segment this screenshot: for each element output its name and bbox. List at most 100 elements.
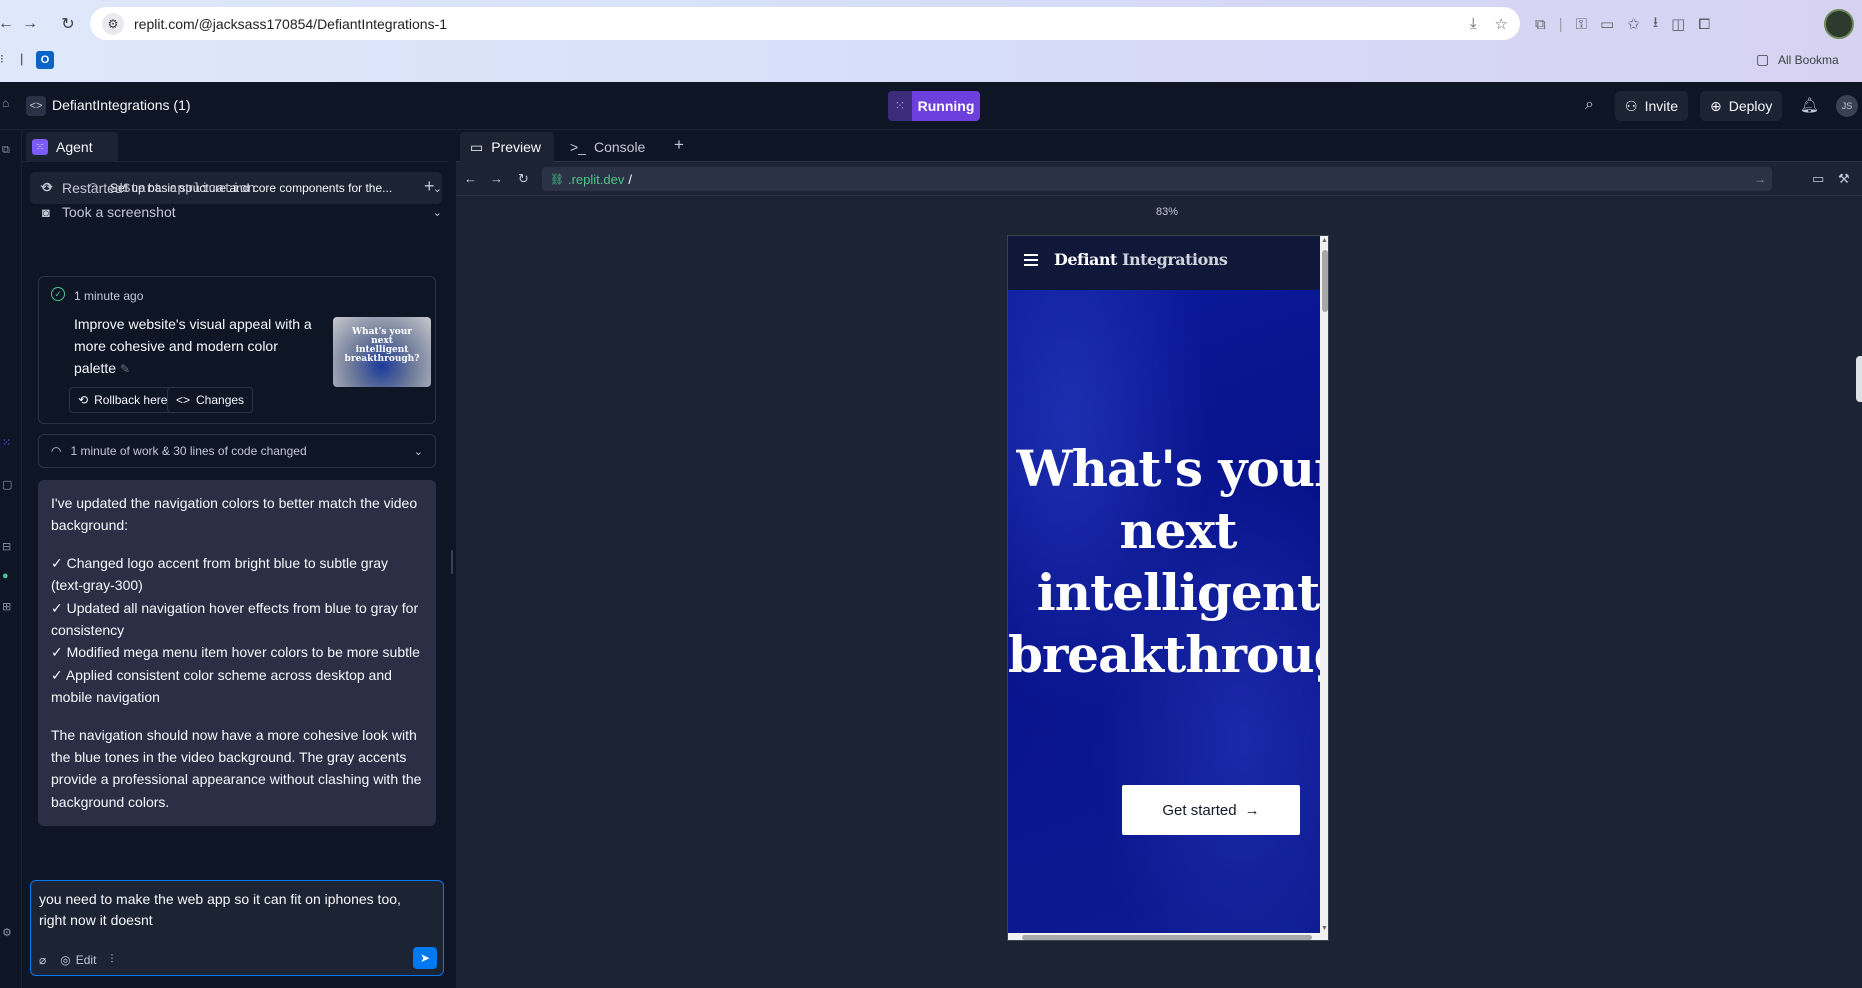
downloads-icon[interactable]: ⭳: [1653, 12, 1658, 37]
home-icon[interactable]: ⌂: [2, 96, 9, 110]
resize-grip[interactable]: [451, 550, 453, 574]
preview-url-domain: .replit.dev: [567, 171, 625, 187]
checkpoint-description-text: Improve website's visual appeal with a m…: [74, 316, 312, 376]
toolbar-divider: |: [1558, 15, 1563, 33]
database-rail-icon[interactable]: ⊟: [2, 540, 11, 553]
add-tab-plus-icon[interactable]: +: [674, 135, 684, 155]
rollback-button[interactable]: ⟲ Rollback here: [69, 387, 177, 413]
invite-button[interactable]: ⚇ Invite: [1615, 91, 1689, 121]
site-logo[interactable]: Defiant Integrations: [1054, 250, 1228, 269]
code-icon: <>: [176, 393, 191, 407]
sliders-icon[interactable]: ⫶: [110, 952, 113, 967]
deploy-icon: ⊕: [1710, 97, 1722, 114]
side-panel-handle[interactable]: [1856, 356, 1862, 402]
split-view-icon[interactable]: ◫: [1671, 15, 1685, 33]
back-icon[interactable]: ←: [0, 12, 18, 36]
install-app-icon[interactable]: ⤓: [1470, 15, 1477, 32]
apps-grid-icon[interactable]: ⁝: [0, 52, 4, 66]
site-info-icon[interactable]: ⚙: [102, 12, 124, 35]
open-external-icon[interactable]: →: [1754, 172, 1766, 186]
status-rail-icon[interactable]: ●: [2, 570, 9, 582]
vertical-scrollbar[interactable]: ▲ ▼: [1320, 236, 1328, 933]
chevron-down-icon[interactable]: ⌄: [433, 182, 442, 195]
preview-back-icon[interactable]: ←: [464, 171, 477, 186]
console-rail-icon[interactable]: ▢: [2, 478, 12, 491]
address-url[interactable]: replit.com/@jacksass170854/DefiantIntegr…: [134, 16, 447, 32]
agent-tab-label: Agent: [56, 139, 93, 155]
hamburger-menu-icon[interactable]: [1024, 254, 1038, 266]
message-bullets: ✓ Changed logo accent from bright blue t…: [51, 552, 423, 709]
work-summary[interactable]: ◠ 1 minute of work & 30 lines of code ch…: [38, 434, 436, 468]
run-status-button[interactable]: Running: [912, 91, 980, 121]
edit-mode-button[interactable]: ◎ Edit: [60, 953, 96, 967]
chevron-down-icon[interactable]: ⌄: [414, 445, 423, 458]
mobile-viewport: Defiant Integrations What's your next in…: [1007, 235, 1329, 941]
scrollbar-thumb[interactable]: [1022, 935, 1312, 940]
attach-paperclip-icon[interactable]: ⌀: [39, 953, 46, 967]
step-prefix: Restarted: [62, 180, 123, 196]
chat-input[interactable]: [39, 889, 431, 939]
reload-icon[interactable]: ↻: [56, 12, 80, 36]
agent-icon: ⁙: [32, 139, 48, 155]
files-icon[interactable]: ⧉: [2, 144, 10, 157]
favorites-icon[interactable]: ✩: [1627, 15, 1640, 33]
rollback-icon: ⟲: [78, 393, 89, 407]
preview-url-path: /: [628, 171, 632, 187]
chevron-down-icon[interactable]: ⌄: [433, 206, 442, 219]
message-bullet: ✓ Applied consistent color scheme across…: [51, 666, 392, 706]
message-intro: I've updated the navigation colors to be…: [51, 495, 418, 534]
terminal-icon: >_: [570, 139, 586, 155]
preview-reload-icon[interactable]: ↻: [518, 171, 529, 187]
chat-tools: ⌀ ◎ Edit ⫶: [39, 952, 113, 967]
bookmarks-bar: ⁝ | O ▢ All Bookma: [0, 48, 1862, 74]
all-bookmarks-link[interactable]: All Bookma: [1778, 53, 1839, 67]
pencil-icon[interactable]: ✎: [120, 362, 130, 376]
user-avatar[interactable]: JS: [1836, 95, 1858, 117]
address-bar[interactable]: ⚙ replit.com/@jacksass170854/DefiantInte…: [90, 7, 1520, 40]
password-key-icon[interactable]: ⚿: [1576, 16, 1587, 33]
brand-main: Defiant: [1054, 250, 1122, 269]
step-restarted[interactable]: ⟳ Restarted Start application ⌄: [42, 177, 442, 199]
deploy-button[interactable]: ⊕ Deploy: [1700, 91, 1783, 121]
devtools-wrench-icon[interactable]: ⚒: [1838, 171, 1850, 187]
tab-console[interactable]: >_ Console: [560, 132, 655, 162]
outlook-bookmark-icon[interactable]: O: [36, 51, 54, 69]
checkpoint-card: ✓ 1 minute ago Improve website's visual …: [38, 276, 436, 424]
notifications-bell-icon[interactable]: 🔔︎: [1800, 96, 1819, 114]
tab-agent[interactable]: ⁙ Agent: [26, 132, 118, 162]
agent-rail-icon[interactable]: ⁙: [2, 436, 11, 449]
device-monitor-icon[interactable]: ▭: [1812, 171, 1824, 187]
forward-icon[interactable]: →: [18, 12, 42, 36]
checkpoint-description: Improve website's visual appeal with a m…: [74, 313, 314, 380]
search-icon[interactable]: ⌕: [1585, 96, 1594, 114]
send-button[interactable]: ➤: [413, 947, 437, 969]
message-bullet: ✓ Modified mega menu item hover colors t…: [51, 644, 420, 661]
message-outro: The navigation should now have a more co…: [51, 726, 422, 810]
payment-card-icon[interactable]: ▭: [1600, 15, 1614, 33]
settings-rail-icon[interactable]: ⚙: [2, 926, 12, 939]
checkpoint-thumbnail[interactable]: What's your next intelligent breakthroug…: [333, 317, 431, 387]
changes-button[interactable]: <> Changes: [167, 387, 254, 413]
tab-preview[interactable]: ▭ Preview: [460, 132, 554, 162]
progress-gauge-icon: ◠: [51, 444, 62, 458]
preview-forward-icon[interactable]: →: [490, 171, 503, 186]
scroll-down-arrow[interactable]: ▼: [1321, 925, 1328, 932]
get-started-button[interactable]: Get started →: [1122, 785, 1300, 835]
scroll-up-arrow[interactable]: ▲: [1321, 237, 1328, 244]
extensions-icon[interactable]: ⧉: [1535, 16, 1546, 33]
step-screenshot[interactable]: ◙ Took a screenshot ⌄: [42, 201, 442, 223]
bookmark-star-icon[interactable]: ☆: [1495, 15, 1508, 33]
tab-search-icon[interactable]: ⧠: [1698, 16, 1710, 33]
bookmarks-divider: |: [20, 51, 24, 66]
message-bullet: ✓ Updated all navigation hover effects f…: [51, 599, 419, 639]
project-name[interactable]: DefiantIntegrations (1): [52, 97, 191, 113]
panel-resize-handle[interactable]: [448, 130, 456, 988]
browser-profile-avatar[interactable]: [1824, 9, 1854, 39]
scrollbar-thumb[interactable]: [1322, 250, 1328, 312]
preview-url-field[interactable]: ⛓ .replit.dev / →: [542, 167, 1772, 191]
layout-rail-icon[interactable]: ⊞: [2, 600, 11, 613]
horizontal-scrollbar[interactable]: [1008, 933, 1328, 940]
arrow-right-icon: →: [1244, 801, 1260, 819]
preview-address-bar: ← → ↻ ⛓ .replit.dev / → ▭ ⚒: [456, 162, 1862, 196]
workflow-icon[interactable]: ⁙: [888, 91, 912, 121]
